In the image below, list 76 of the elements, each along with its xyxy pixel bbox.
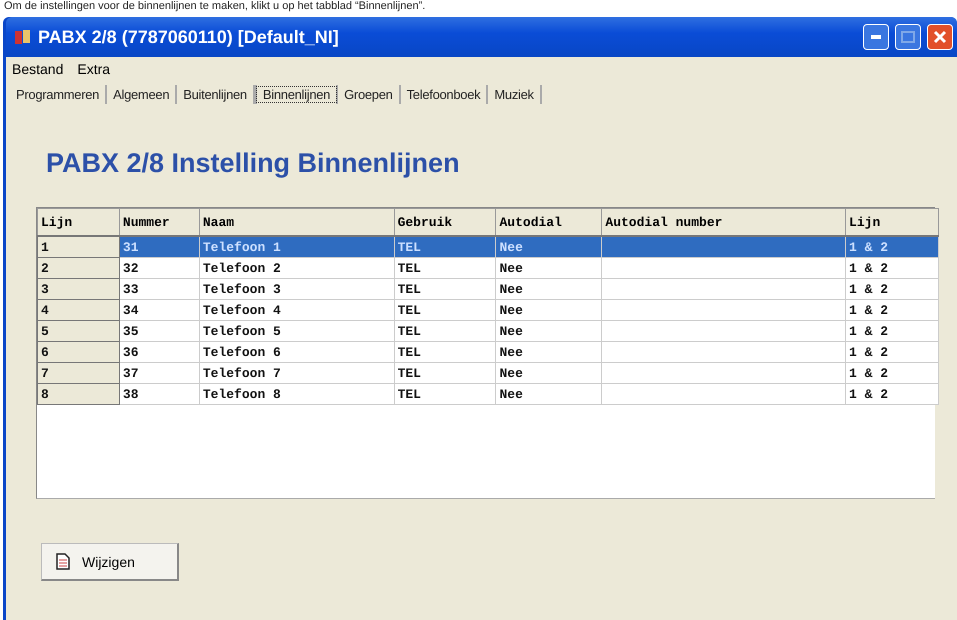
- column-header[interactable]: Autodial number: [602, 208, 846, 236]
- tab[interactable]: Binnenlijnen: [254, 85, 338, 104]
- table-cell: 34: [119, 300, 200, 320]
- row-header[interactable]: 5: [38, 320, 120, 342]
- row-header[interactable]: 1: [38, 236, 120, 258]
- column-header[interactable]: Lijn: [846, 208, 938, 236]
- close-button[interactable]: [927, 24, 953, 50]
- table-cell: Nee: [496, 362, 602, 384]
- menu-item[interactable]: Bestand: [12, 61, 64, 77]
- table-cell: TEL: [394, 300, 496, 320]
- tab[interactable]: Buitenlijnen: [177, 85, 255, 104]
- table-cell: TEL: [394, 362, 496, 384]
- tab[interactable]: Algemeen: [107, 85, 178, 104]
- tab[interactable]: Telefoonboek: [400, 85, 488, 104]
- tab[interactable]: Muziek: [488, 85, 542, 104]
- row-header[interactable]: 6: [38, 342, 120, 362]
- caption-text: Om de instellingen voor de binnenlijnen te maken, klikt u op het tabblad “Binnenlijnen”.: [3, 0, 426, 13]
- table-cell: Nee: [496, 236, 602, 258]
- table-cell: Telefoon 1: [199, 236, 394, 258]
- row-header[interactable]: 7: [38, 362, 120, 384]
- table-cell: Nee: [496, 342, 602, 362]
- column-header[interactable]: Naam: [199, 208, 394, 236]
- table-cell: Telefoon 5: [199, 320, 394, 342]
- table-cell: TEL: [394, 236, 496, 258]
- table-cell: 1 & 2: [846, 300, 938, 320]
- table-cell: TEL: [394, 320, 496, 342]
- column-header[interactable]: Nummer: [119, 208, 200, 236]
- table-cell: TEL: [394, 384, 496, 404]
- table-cell: 1 & 2: [846, 342, 938, 362]
- page-heading: PABX 2/8 Instelling Binnenlijnen: [46, 148, 461, 179]
- table-cell: Telefoon 4: [199, 300, 394, 320]
- row-header[interactable]: 4: [38, 300, 120, 320]
- table-cell: Nee: [496, 320, 602, 342]
- minimize-button[interactable]: [863, 24, 889, 50]
- document-icon: [56, 553, 70, 570]
- table-cell: 1 & 2: [846, 258, 938, 278]
- table-cell: 1 & 2: [846, 278, 938, 300]
- table-cell: 36: [119, 342, 200, 362]
- close-icon: [933, 30, 947, 44]
- tab[interactable]: Groepen: [338, 85, 401, 104]
- table-cell: Nee: [496, 384, 602, 404]
- table-cell: Nee: [496, 258, 602, 278]
- maximize-button[interactable]: [895, 24, 921, 50]
- maximize-icon: [901, 31, 915, 43]
- table-cell: TEL: [394, 258, 496, 278]
- table-cell: Telefoon 6: [199, 342, 394, 362]
- table-cell: TEL: [394, 342, 496, 362]
- table-cell: 1 & 2: [846, 320, 938, 342]
- app-icon: [14, 28, 32, 46]
- edit-button[interactable]: Wijzigen: [41, 543, 179, 581]
- table-cell: 31: [119, 236, 200, 258]
- column-header[interactable]: Lijn: [38, 208, 120, 236]
- tab[interactable]: Programmeren: [10, 85, 108, 104]
- table-cell: Telefoon 7: [199, 362, 394, 384]
- table-cell: Telefoon 2: [199, 258, 394, 278]
- table-cell: 32: [119, 258, 200, 278]
- row-header[interactable]: 2: [38, 258, 120, 278]
- minimize-icon: [871, 35, 881, 39]
- row-header[interactable]: 3: [38, 278, 120, 300]
- window-title: PABX 2/8 (7787060110) [Default_NI]: [38, 26, 340, 48]
- table-cell: TEL: [394, 278, 496, 300]
- table-cell: Nee: [496, 300, 602, 320]
- table-cell: 1 & 2: [846, 384, 938, 404]
- table-cell: 33: [119, 278, 200, 300]
- table-cell: 1 & 2: [846, 362, 938, 384]
- table-cell: Nee: [496, 278, 602, 300]
- table-cell: 38: [119, 384, 200, 404]
- table-cell: 35: [119, 320, 200, 342]
- table-cell: 1 & 2: [846, 236, 938, 258]
- column-header[interactable]: Autodial: [496, 208, 602, 236]
- menu-item[interactable]: Extra: [77, 61, 110, 77]
- column-header[interactable]: Gebruik: [394, 208, 496, 236]
- table-cell: Telefoon 8: [199, 384, 394, 404]
- row-header[interactable]: 8: [38, 384, 120, 404]
- table-cell: Telefoon 3: [199, 278, 394, 300]
- table-cell: 37: [119, 362, 200, 384]
